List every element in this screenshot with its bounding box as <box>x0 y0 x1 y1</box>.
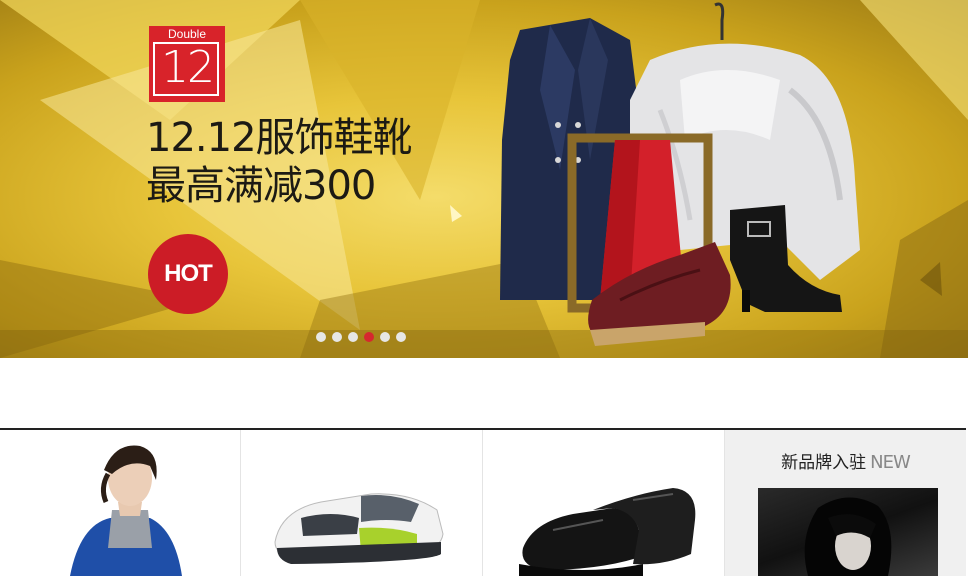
product-tile-womens-coat[interactable] <box>0 430 241 576</box>
carousel-dot-3[interactable] <box>348 332 358 342</box>
leather-shoes-image <box>519 488 696 576</box>
carousel-indicators <box>316 332 406 342</box>
carousel-dot-6[interactable] <box>396 332 406 342</box>
double12-logo-label: Double <box>167 27 207 41</box>
new-brands-heading: 新品牌入驻 NEW <box>725 448 966 473</box>
new-tag: NEW <box>870 452 911 473</box>
double12-logo: Double 12 <box>149 26 225 102</box>
banner-headline: 12.12服饰鞋靴 最高满减300 <box>146 114 413 210</box>
double12-logo-number: 12 <box>161 42 215 93</box>
product-tiles: 新品牌入驻 NEW <box>0 430 968 576</box>
product-tile-sneaker[interactable] <box>241 430 483 576</box>
new-brand-photo[interactable] <box>758 488 938 576</box>
carousel-dot-1[interactable] <box>316 332 326 342</box>
new-brand-model-image <box>804 497 892 576</box>
womens-coat-image <box>70 445 182 576</box>
banner-headline-line2: 最高满减300 <box>146 163 376 209</box>
banner-headline-line1: 12.12服饰鞋靴 <box>146 115 413 161</box>
hot-badge[interactable]: HOT <box>148 234 228 314</box>
promo-banner[interactable]: Double 12 12.12服饰鞋靴 最高满减300 HOT <box>0 0 968 358</box>
carousel-dot-2[interactable] <box>332 332 342 342</box>
new-brands-title: 新品牌入驻 <box>781 453 867 473</box>
new-brands-panel[interactable]: 新品牌入驻 NEW <box>725 430 966 576</box>
carousel-dot-4[interactable] <box>364 332 374 342</box>
banner-products-image <box>500 2 860 346</box>
carousel-dot-5[interactable] <box>380 332 390 342</box>
product-tile-leather-shoes[interactable] <box>483 430 725 576</box>
sneaker-image <box>274 493 444 564</box>
